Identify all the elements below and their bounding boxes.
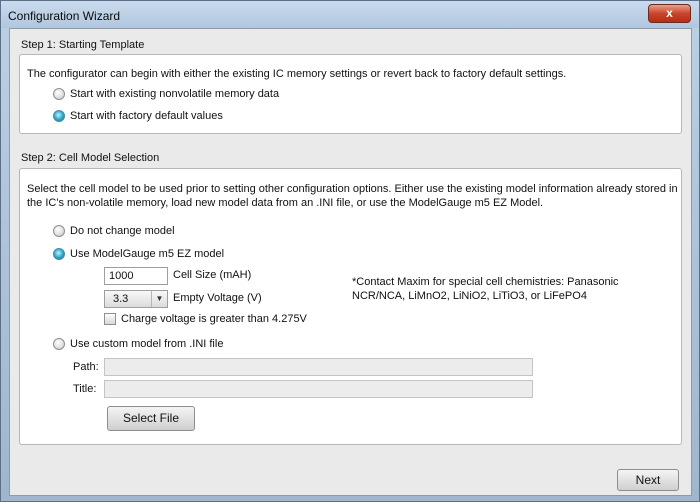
charge-voltage-label: Charge voltage is greater than 4.275V [121, 313, 307, 325]
next-button[interactable]: Next [617, 469, 679, 491]
empty-voltage-label: Empty Voltage (V) [173, 292, 262, 304]
radio-button[interactable] [53, 338, 65, 350]
step1-group: The configurator can begin with either t… [19, 54, 682, 134]
chevron-down-icon[interactable]: ▼ [151, 291, 167, 307]
cell-size-input[interactable]: 1000 [104, 267, 168, 285]
empty-voltage-select[interactable]: 3.3 ▼ [104, 290, 168, 308]
empty-voltage-value: 3.3 [113, 293, 129, 305]
radio-label: Do not change model [70, 225, 175, 237]
radio-button[interactable] [53, 225, 65, 237]
radio-label: Use custom model from .INI file [70, 338, 224, 350]
title-label: Title: [73, 383, 97, 395]
wizard-content: Step 1: Starting Template The configurat… [9, 28, 692, 496]
radio-button[interactable] [53, 110, 65, 122]
path-input[interactable] [104, 358, 533, 376]
close-button[interactable]: x [648, 4, 691, 23]
title-bar[interactable]: Configuration Wizard x [1, 1, 699, 28]
step1-title: Step 1: Starting Template [21, 39, 145, 51]
charge-voltage-checkbox[interactable] [104, 313, 116, 325]
path-label: Path: [73, 361, 99, 373]
radio-label: Start with factory default values [70, 110, 223, 122]
radio-button[interactable] [53, 248, 65, 260]
step1-description: The configurator can begin with either t… [27, 68, 567, 80]
cell-size-label: Cell Size (mAH) [173, 269, 252, 281]
radio-label: Use ModelGauge m5 EZ model [70, 248, 225, 260]
radio-button[interactable] [53, 88, 65, 100]
configuration-wizard-window: Configuration Wizard x Step 1: Starting … [0, 0, 700, 502]
title-input[interactable] [104, 380, 533, 398]
step2-description: Select the cell model to be used prior t… [27, 183, 678, 209]
window-title: Configuration Wizard [8, 9, 121, 23]
step2-group: Select the cell model to be used prior t… [19, 168, 682, 445]
select-file-button[interactable]: Select File [107, 406, 195, 431]
special-chemistries-note: *Contact Maxim for special cell chemistr… [352, 276, 619, 302]
step2-title: Step 2: Cell Model Selection [21, 152, 160, 164]
radio-label: Start with existing nonvolatile memory d… [70, 88, 280, 100]
